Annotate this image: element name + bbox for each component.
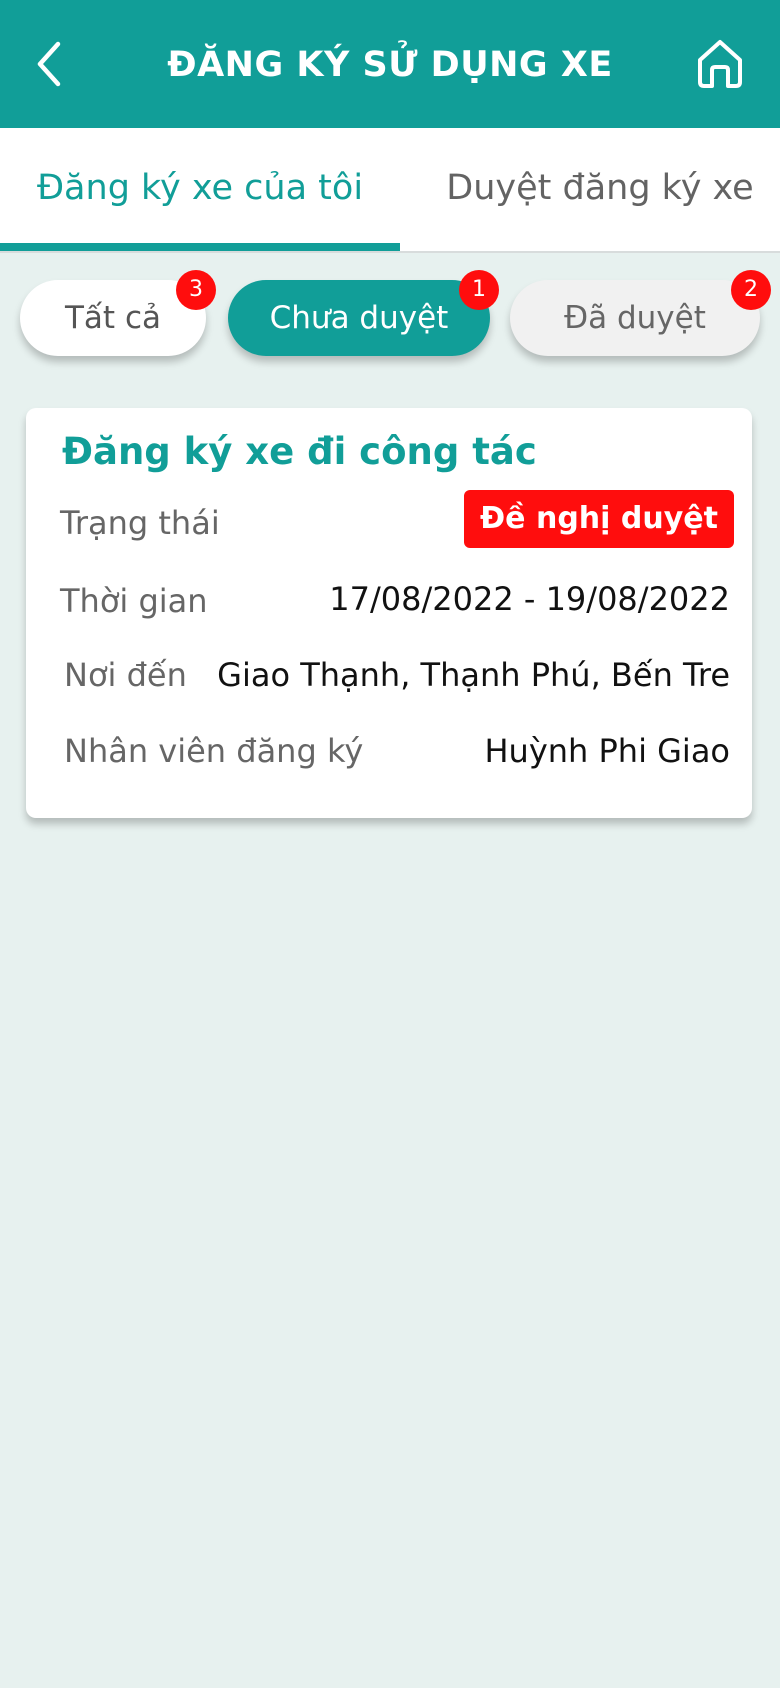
status-label: Trạng thái — [60, 504, 220, 542]
tab-approve-registrations[interactable]: Duyệt đăng ký xe — [400, 128, 780, 251]
filter-approved-count-badge: 2 — [731, 270, 771, 310]
employee-value: Huỳnh Phi Giao — [484, 732, 730, 770]
tab-bar: Đăng ký xe của tôi Duyệt đăng ký xe — [0, 128, 780, 253]
active-tab-indicator — [0, 243, 400, 251]
employee-label: Nhân viên đăng ký — [64, 732, 364, 770]
tab-my-registrations[interactable]: Đăng ký xe của tôi — [0, 128, 400, 251]
back-button[interactable] — [32, 36, 72, 92]
registration-card[interactable]: Đăng ký xe đi công tác Trạng thái Đề ngh… — [26, 408, 752, 818]
status-badge: Đề nghị duyệt — [464, 490, 734, 548]
app-header: ĐĂNG KÝ SỬ DỤNG XE — [0, 0, 780, 128]
filter-pending[interactable]: Chưa duyệt — [228, 280, 490, 356]
page-title: ĐĂNG KÝ SỬ DỤNG XE — [167, 45, 613, 85]
filter-pending-count-badge: 1 — [459, 270, 499, 310]
card-title: Đăng ký xe đi công tác — [62, 430, 537, 473]
home-button[interactable] — [692, 36, 748, 92]
time-label: Thời gian — [60, 582, 208, 620]
time-value: 17/08/2022 - 19/08/2022 — [329, 580, 730, 618]
filter-approved[interactable]: Đã duyệt — [510, 280, 760, 356]
filter-all-count-badge: 3 — [176, 270, 216, 310]
destination-label: Nơi đến — [64, 656, 187, 694]
destination-value: Giao Thạnh, Thạnh Phú, Bến Tre — [217, 656, 730, 694]
home-icon — [698, 40, 742, 88]
chevron-left-icon — [37, 41, 61, 87]
